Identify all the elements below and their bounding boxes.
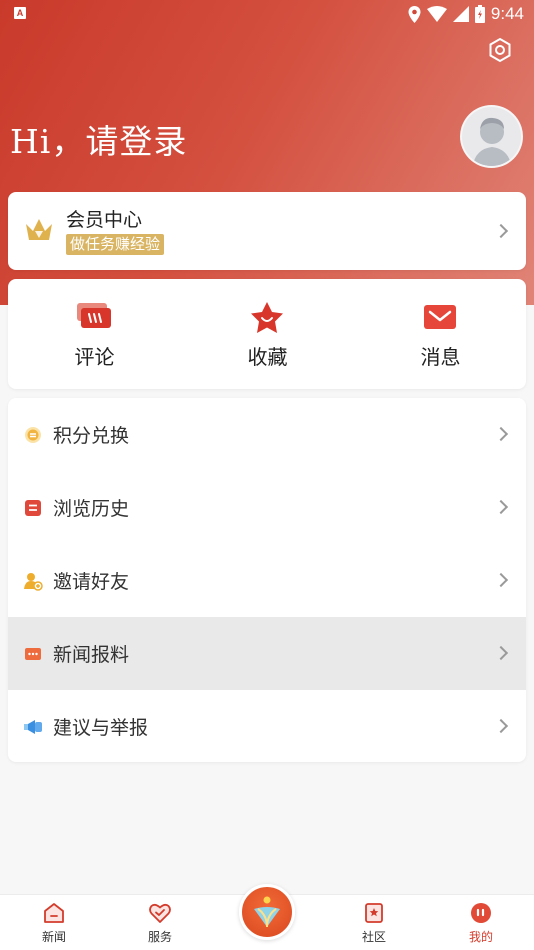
chevron-right-icon	[493, 718, 509, 734]
home-logo-icon	[254, 896, 280, 928]
login-prompt[interactable]: Hi，请登录	[10, 115, 187, 163]
mail-icon	[424, 305, 456, 329]
community-tab-icon	[365, 903, 383, 923]
menu-item-label: 浏览历史	[53, 498, 130, 520]
tab-community[interactable]: 社区	[334, 895, 414, 950]
menu-item-news-report[interactable]: 新闻报料	[8, 617, 526, 690]
chevron-right-icon	[493, 499, 509, 515]
history-icon	[25, 500, 41, 516]
menu-item-label: 新闻报料	[53, 644, 130, 666]
menu-item-feedback[interactable]: 建议与举报	[8, 690, 526, 762]
messages-button[interactable]: 消息	[354, 279, 527, 389]
chevron-right-icon	[493, 645, 509, 661]
tab-label: 服务	[147, 930, 172, 944]
coin-icon	[25, 427, 41, 443]
settings-button[interactable]	[486, 36, 514, 64]
menu-item-invite-friends[interactable]: 邀请好友	[8, 544, 526, 617]
favorites-button[interactable]: 收藏	[181, 279, 354, 389]
notification-icon: A	[14, 7, 26, 19]
tab-label: 社区	[361, 930, 386, 944]
menu-item-label: 邀请好友	[53, 571, 130, 593]
settings-icon	[489, 37, 511, 63]
profile-tab-icon	[471, 903, 491, 923]
menu-item-label: 积分兑换	[53, 425, 130, 447]
quick-actions-card: 评论 收藏 消息	[8, 279, 526, 389]
comments-label: 评论	[74, 345, 115, 369]
news-tab-icon	[44, 903, 64, 923]
tab-label: 新闻	[41, 930, 66, 944]
tab-label: 我的	[468, 930, 493, 944]
avatar[interactable]	[460, 105, 523, 168]
chevron-right-icon	[493, 572, 509, 588]
service-tab-icon	[149, 903, 171, 923]
location-icon	[408, 5, 421, 23]
tab-profile[interactable]: 我的	[441, 895, 521, 950]
favorites-label: 收藏	[247, 345, 288, 369]
status-bar: A 9:44	[0, 0, 534, 28]
tab-news[interactable]: 新闻	[14, 895, 94, 950]
invite-icon	[24, 573, 43, 591]
comments-button[interactable]: 评论	[8, 279, 181, 389]
signal-icon	[452, 6, 469, 22]
battery-icon	[474, 5, 485, 23]
member-center-card[interactable]: 会员中心 做任务赚经验	[8, 192, 526, 270]
menu-item-label: 建议与举报	[53, 717, 149, 739]
messages-label: 消息	[420, 345, 461, 369]
member-center-title: 会员中心	[66, 209, 143, 231]
menu-list: 积分兑换 浏览历史 邀请好友 新闻报料 建议与举报	[8, 398, 526, 762]
status-time: 9:44	[490, 4, 524, 23]
menu-item-browse-history[interactable]: 浏览历史	[8, 471, 526, 544]
news-report-icon	[25, 648, 41, 660]
comment-icon	[77, 303, 111, 328]
crown-icon	[26, 219, 52, 240]
wifi-icon	[426, 6, 447, 22]
chevron-right-icon	[493, 426, 509, 442]
chevron-right-icon	[493, 223, 509, 239]
star-icon	[251, 302, 283, 333]
feedback-icon	[24, 720, 42, 734]
tab-service[interactable]: 服务	[120, 895, 200, 950]
menu-item-points-exchange[interactable]: 积分兑换	[8, 398, 526, 471]
member-task-badge: 做任务赚经验	[66, 234, 165, 255]
center-home-button[interactable]	[239, 884, 295, 940]
